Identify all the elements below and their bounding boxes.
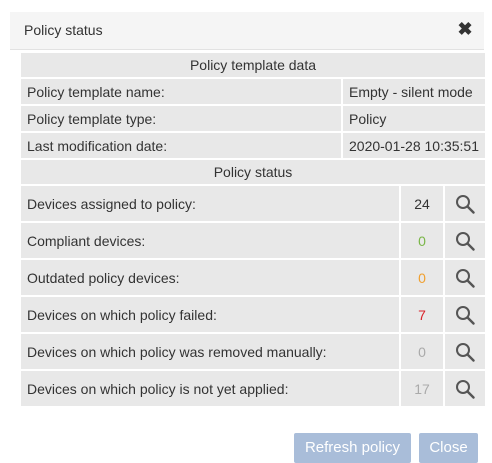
dialog-content: Policy template data Policy template nam… xyxy=(21,53,485,408)
magnifier-icon xyxy=(456,231,475,251)
last-modification-value: 2020-01-28 10:35:51 xyxy=(341,133,485,160)
failed-devices-count: 7 xyxy=(399,297,443,334)
dialog-titlebar: Policy status ✖ xyxy=(10,12,484,50)
dialog-title: Policy status xyxy=(24,22,103,38)
template-name-value: Empty - silent mode xyxy=(341,79,485,106)
compliant-devices-label: Compliant devices: xyxy=(21,223,399,260)
table-row: Policy template name: Empty - silent mod… xyxy=(21,79,485,106)
policy-status-table: Devices assigned to policy: 24 Compliant d… xyxy=(21,186,485,408)
removed-manually-devices-label: Devices on which policy was removed manu… xyxy=(21,334,399,371)
outdated-devices-count: 0 xyxy=(399,260,443,297)
table-row: Last modification date: 2020-01-28 10:35… xyxy=(21,133,485,160)
table-row: Policy template type: Policy xyxy=(21,106,485,133)
status-section-header: Policy status xyxy=(21,160,485,186)
table-row: Devices on which policy is not yet appli… xyxy=(21,371,485,408)
removed-manually-devices-details-button[interactable] xyxy=(443,334,485,371)
table-row: Devices on which policy failed: 7 xyxy=(21,297,485,334)
template-section-header: Policy template data xyxy=(21,53,485,79)
magnifier-icon xyxy=(456,379,475,399)
template-type-value: Policy xyxy=(341,106,485,133)
table-row: Outdated policy devices: 0 xyxy=(21,260,485,297)
table-row: Devices assigned to policy: 24 xyxy=(21,186,485,223)
devices-assigned-label: Devices assigned to policy: xyxy=(21,186,399,223)
close-icon[interactable]: ✖ xyxy=(454,18,476,40)
outdated-devices-details-button[interactable] xyxy=(443,260,485,297)
refresh-policy-button[interactable]: Refresh policy xyxy=(294,433,411,463)
last-modification-label: Last modification date: xyxy=(21,133,341,160)
close-button[interactable]: Close xyxy=(419,433,478,463)
table-row: Compliant devices: 0 xyxy=(21,223,485,260)
failed-devices-label: Devices on which policy failed: xyxy=(21,297,399,334)
devices-assigned-details-button[interactable] xyxy=(443,186,485,223)
magnifier-icon xyxy=(456,268,475,288)
removed-manually-devices-count: 0 xyxy=(399,334,443,371)
template-type-label: Policy template type: xyxy=(21,106,341,133)
devices-assigned-count: 24 xyxy=(399,186,443,223)
magnifier-icon xyxy=(456,342,475,362)
template-name-label: Policy template name: xyxy=(21,79,341,106)
not-yet-applied-devices-details-button[interactable] xyxy=(443,371,485,408)
magnifier-icon xyxy=(456,194,475,214)
template-data-table: Policy template name: Empty - silent mod… xyxy=(21,79,485,160)
compliant-devices-details-button[interactable] xyxy=(443,223,485,260)
failed-devices-details-button[interactable] xyxy=(443,297,485,334)
magnifier-icon xyxy=(456,305,475,325)
compliant-devices-count: 0 xyxy=(399,223,443,260)
not-yet-applied-devices-count: 17 xyxy=(399,371,443,408)
table-row: Devices on which policy was removed manu… xyxy=(21,334,485,371)
not-yet-applied-devices-label: Devices on which policy is not yet appli… xyxy=(21,371,399,408)
outdated-devices-label: Outdated policy devices: xyxy=(21,260,399,297)
